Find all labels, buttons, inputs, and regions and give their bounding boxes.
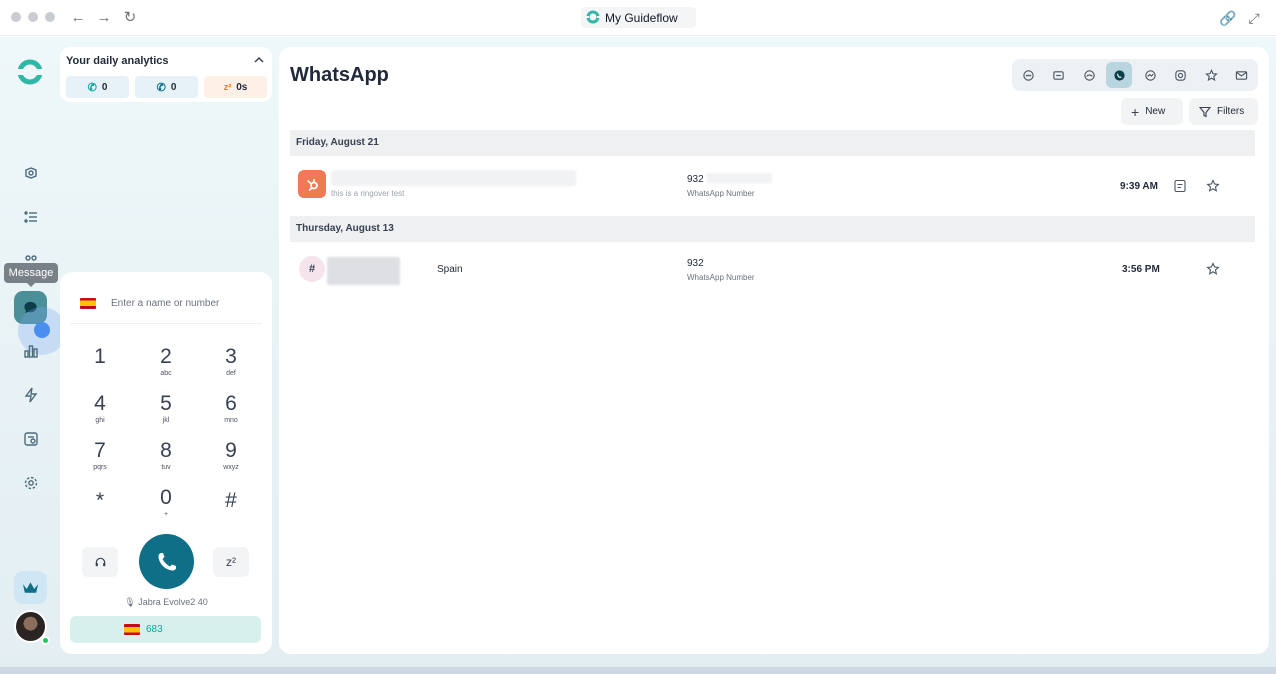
dial-key-7[interactable]: 7 pqrs <box>70 439 130 483</box>
number-type: WhatsApp Number <box>687 273 755 282</box>
conversation-number: 932 <box>687 174 704 185</box>
dial-key-8[interactable]: 8 tuv <box>136 439 196 483</box>
address-bar[interactable]: My Guideflow <box>581 7 696 28</box>
dial-key-hash[interactable]: # <box>201 489 261 533</box>
cursor-dot <box>34 322 50 338</box>
filter-icon <box>1199 106 1211 117</box>
list-icon[interactable] <box>19 205 43 229</box>
hash-icon: # <box>299 256 325 282</box>
star-icon[interactable] <box>1206 179 1220 193</box>
settings-gear-icon[interactable] <box>19 471 43 495</box>
snooze-icon: z² <box>223 82 232 92</box>
caller-number-selector[interactable]: 683 <box>70 616 261 643</box>
dial-key-star[interactable]: * <box>70 489 130 533</box>
note-icon[interactable] <box>1173 179 1187 193</box>
snooze-value: 0s <box>236 81 248 93</box>
conversation-time: 3:56 PM <box>1122 264 1160 275</box>
new-button-label: New <box>1145 106 1166 117</box>
dial-key-3[interactable]: 3 def <box>201 345 261 389</box>
call-button[interactable] <box>139 534 194 589</box>
ringover-logo-icon[interactable] <box>14 56 46 88</box>
dial-key-4[interactable]: 4 ghi <box>70 392 130 436</box>
email-channel-icon[interactable] <box>1228 62 1254 88</box>
conversation-time: 9:39 AM <box>1120 181 1158 192</box>
incoming-calls-pill: ✆ 0 <box>66 76 129 98</box>
plus-icon: + <box>1131 103 1140 120</box>
messenger-channel-icon[interactable] <box>1137 62 1163 88</box>
dial-key-1[interactable]: 1 <box>70 345 130 389</box>
analytics-icon[interactable] <box>19 339 43 363</box>
browser-toolbar: ← → ↻ My Guideflow 🔗 ⤢ <box>0 0 1276 36</box>
conversation-row[interactable] <box>290 245 1255 295</box>
incoming-calls-value: 0 <box>101 81 108 93</box>
dial-key-0[interactable]: 0 + <box>136 486 196 530</box>
daily-analytics-card: Your daily analytics ✆ 0 ✆ 0 z² 0s <box>60 47 272 102</box>
date-group-header: Thursday, August 13 <box>290 216 1255 242</box>
analytics-title: Your daily analytics <box>66 55 169 67</box>
dial-key-9[interactable]: 9 wxyz <box>201 439 261 483</box>
hubspot-icon <box>298 170 326 198</box>
number-input-placeholder: Enter a name or number <box>111 298 220 309</box>
caller-number: 683 <box>146 624 163 635</box>
snooze-button-label: z² <box>226 555 236 569</box>
back-arrow-icon[interactable]: ← <box>68 8 88 28</box>
microphone-icon: 🎙 <box>124 597 136 607</box>
link-icon[interactable]: 🔗 <box>1218 8 1238 28</box>
forward-arrow-icon[interactable]: → <box>94 8 114 28</box>
reload-icon[interactable]: ↻ <box>120 8 140 28</box>
message-preview: this is a ringover test <box>331 189 405 198</box>
audio-device-label[interactable]: 🎙 Jabra Evolve2 40 <box>60 597 272 608</box>
phone-icon <box>158 552 176 570</box>
number-type: WhatsApp Number <box>687 189 755 198</box>
new-conversation-button[interactable]: + New <box>1121 98 1183 125</box>
dial-key-6[interactable]: 6 mno <box>201 392 261 436</box>
spain-flag-icon <box>124 624 140 635</box>
whatsapp-channel-icon[interactable] <box>1106 62 1132 88</box>
dial-key-2[interactable]: 2 abc <box>136 345 196 389</box>
outgoing-calls-pill: ✆ 0 <box>135 76 198 98</box>
crown-icon <box>22 581 39 593</box>
window-close-dot[interactable] <box>11 12 21 22</box>
redacted-contact-name <box>327 257 400 285</box>
redacted-contact-name <box>331 170 576 186</box>
chevron-up-icon[interactable] <box>252 53 266 67</box>
report-icon[interactable] <box>19 427 43 451</box>
filters-button[interactable]: Filters <box>1189 98 1258 125</box>
window-maximize-dot[interactable] <box>45 12 55 22</box>
online-status-dot <box>41 636 50 645</box>
number-input-field[interactable]: Enter a name or number <box>70 284 262 324</box>
outgoing-calls-value: 0 <box>170 81 177 93</box>
favorites-star-icon[interactable] <box>1198 62 1224 88</box>
group-channel-icon[interactable] <box>1076 62 1102 88</box>
redacted-number <box>707 173 772 183</box>
expand-icon[interactable]: ⤢ <box>1244 8 1264 28</box>
calls-icon[interactable] <box>19 161 43 185</box>
sms-channel-icon[interactable] <box>1045 62 1071 88</box>
tab-title: My Guideflow <box>605 11 678 25</box>
headset-button[interactable] <box>82 547 118 577</box>
chat-channel-icon[interactable] <box>1015 62 1041 88</box>
incoming-call-icon: ✆ <box>87 81 97 94</box>
message-tooltip: Message <box>4 263 58 287</box>
date-group-header: Friday, August 21 <box>290 130 1255 156</box>
outgoing-call-icon: ✆ <box>156 81 166 94</box>
snooze-pill: z² 0s <box>204 76 267 98</box>
lightning-icon[interactable] <box>19 383 43 407</box>
page-title: WhatsApp <box>290 64 389 86</box>
snooze-button[interactable]: z² <box>213 547 249 577</box>
headset-icon <box>95 557 105 566</box>
app-bottom-edge <box>0 667 1276 674</box>
spain-flag-icon[interactable] <box>80 298 96 309</box>
dial-key-5[interactable]: 5 jkl <box>136 392 196 436</box>
window-minimize-dot[interactable] <box>28 12 38 22</box>
contact-country: Spain <box>437 264 463 275</box>
premium-crown-button[interactable] <box>14 571 47 604</box>
guideflow-logo-icon <box>586 10 600 24</box>
filters-button-label: Filters <box>1217 106 1245 117</box>
instagram-channel-icon[interactable] <box>1167 62 1193 88</box>
star-icon[interactable] <box>1206 262 1220 276</box>
conversation-number: 932 <box>687 258 704 269</box>
